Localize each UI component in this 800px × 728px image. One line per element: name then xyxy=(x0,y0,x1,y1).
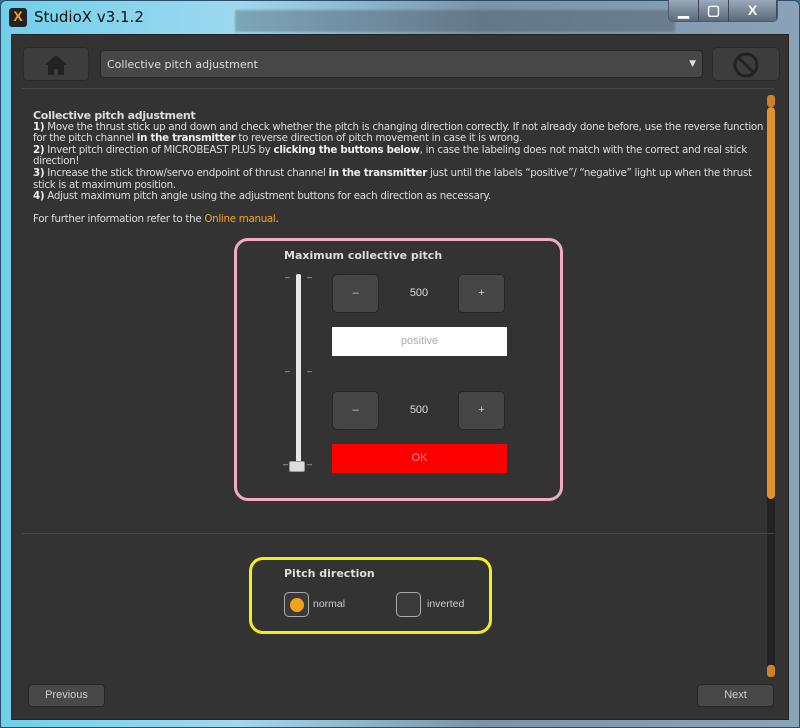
normal-radio[interactable] xyxy=(284,592,309,617)
title-bar: X StudioX v3.1.2 ▁ ▢ X xyxy=(0,0,800,34)
step-number: 1) xyxy=(33,120,45,133)
positive-increase-button[interactable]: + xyxy=(458,274,505,313)
positive-indicator: positive xyxy=(332,327,507,356)
step-number: 3) xyxy=(33,166,45,179)
divider xyxy=(22,533,774,534)
tick-mark: – xyxy=(285,272,291,282)
window-title: StudioX v3.1.2 xyxy=(34,8,144,26)
step-emphasis: clicking the buttons below xyxy=(273,143,420,156)
window-controls: ▁ ▢ X xyxy=(668,0,778,22)
step-text: Invert pitch direction of MICROBEAST PLU… xyxy=(44,143,274,156)
group-title: Pitch direction xyxy=(284,567,375,580)
tick-mark: – xyxy=(307,366,313,376)
step-text: Increase the stick throw/servo endpoint … xyxy=(44,166,329,179)
instructions-text: Collective pitch adjustment 1) Move the … xyxy=(33,110,768,225)
inverted-radio[interactable] xyxy=(396,592,421,617)
scrollbar[interactable] xyxy=(767,95,775,677)
tick-mark: – xyxy=(285,366,291,376)
normal-label[interactable]: normal xyxy=(313,598,345,610)
scroll-up-button[interactable] xyxy=(767,95,775,107)
step-emphasis: in the transmitter xyxy=(328,166,428,179)
negative-decrease-button[interactable]: – xyxy=(332,391,379,430)
step-number: 2) xyxy=(33,143,45,156)
app-logo-icon: X xyxy=(9,8,27,27)
ok-indicator: OK xyxy=(332,444,507,473)
previous-button[interactable]: Previous xyxy=(28,684,105,707)
main-panel: Collective pitch adjustment ▼ Collective… xyxy=(11,34,789,720)
scroll-down-button[interactable] xyxy=(767,665,775,677)
minimize-button[interactable]: ▁ xyxy=(669,0,699,21)
stick-position-thumb xyxy=(289,461,305,472)
next-button[interactable]: Next xyxy=(697,684,774,707)
maximize-button[interactable]: ▢ xyxy=(699,0,729,21)
home-icon xyxy=(45,55,67,75)
tick-mark: – xyxy=(307,272,313,282)
chevron-down-icon: ▼ xyxy=(689,59,696,69)
online-manual-link[interactable]: Online manual xyxy=(204,213,275,225)
positive-pitch-value: 500 xyxy=(409,287,429,299)
tick-mark: – xyxy=(283,459,289,469)
inverted-label[interactable]: inverted xyxy=(427,598,464,610)
tick-mark: – xyxy=(307,459,313,469)
no-sign-icon xyxy=(733,52,759,78)
step-emphasis: in the transmitter xyxy=(136,132,236,145)
step-number: 4) xyxy=(33,190,45,203)
scrollbar-thumb[interactable] xyxy=(767,107,775,499)
selected-dot-icon xyxy=(290,598,304,612)
negative-pitch-value: 500 xyxy=(409,404,429,416)
period: . xyxy=(275,212,279,225)
group-title: Maximum collective pitch xyxy=(284,249,443,262)
pitch-direction-group: Pitch direction normal inverted xyxy=(249,557,492,634)
thrust-stick-indicator xyxy=(296,274,301,470)
close-button[interactable]: X xyxy=(729,0,777,21)
positive-decrease-button[interactable]: – xyxy=(332,274,379,313)
further-info-text: For further information refer to the xyxy=(33,212,205,225)
disconnect-button[interactable] xyxy=(712,47,780,81)
home-button[interactable] xyxy=(23,47,89,81)
step-text: Adjust maximum pitch angle using the adj… xyxy=(44,190,491,203)
negative-increase-button[interactable]: + xyxy=(458,391,505,430)
step-text: to reverse direction of pitch movement i… xyxy=(235,132,523,145)
step-dropdown[interactable]: Collective pitch adjustment ▼ xyxy=(100,50,703,78)
dropdown-value: Collective pitch adjustment xyxy=(107,58,258,71)
background-window xyxy=(235,10,675,32)
divider xyxy=(22,88,774,89)
max-collective-pitch-group: Maximum collective pitch – – – – – – – 5… xyxy=(234,238,563,501)
